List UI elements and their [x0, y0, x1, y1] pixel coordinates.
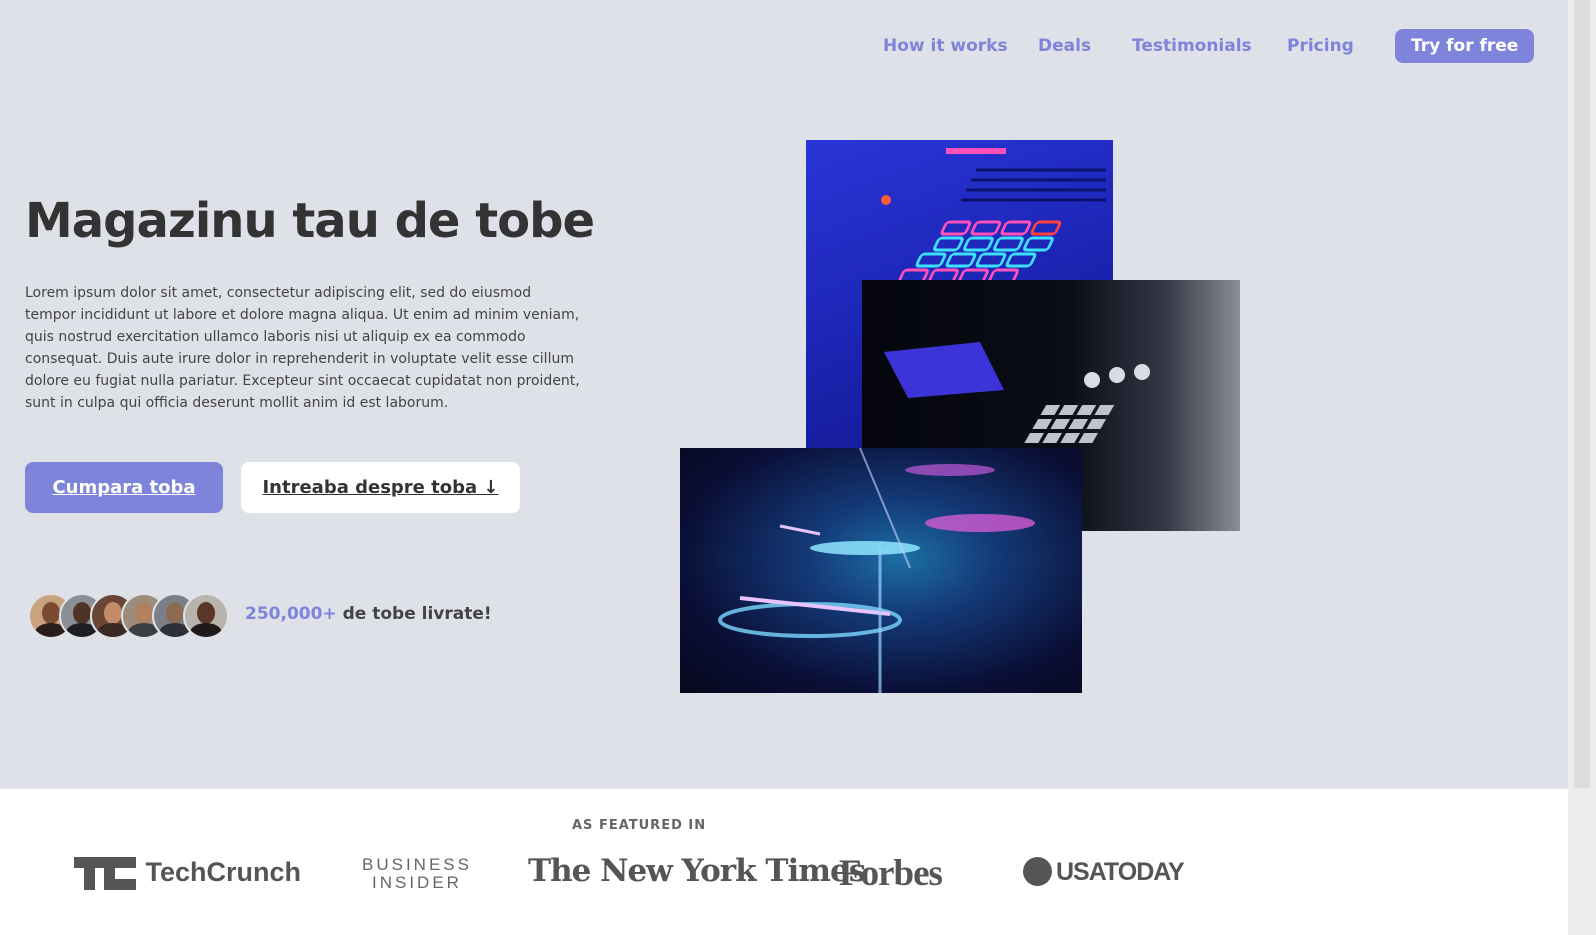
pad: [963, 236, 994, 252]
tc-stem: [84, 857, 95, 891]
avatar-body: [190, 623, 222, 637]
drum-rim: [718, 602, 902, 638]
hero-title: Magazinu tau de tobe: [25, 193, 595, 249]
business-insider-line1: BUSINESS: [362, 855, 472, 874]
pad: [933, 236, 964, 252]
pad: [1094, 405, 1115, 415]
pad: [1040, 405, 1061, 415]
key-lines: [961, 168, 1106, 202]
pad: [1032, 419, 1053, 429]
top-nav: How it works Deals Testimonials Pricing …: [0, 29, 1568, 63]
nav-how-it-works[interactable]: How it works: [883, 29, 1008, 63]
techcrunch-mark-icon: [74, 857, 136, 891]
scrollbar-thumb[interactable]: [1574, 0, 1590, 788]
drummer-photo: [680, 448, 1082, 693]
led-light: [881, 195, 891, 205]
pad: [1076, 405, 1097, 415]
buy-drum-button[interactable]: Cumpara toba: [25, 462, 223, 513]
nav-pricing[interactable]: Pricing: [1287, 29, 1354, 63]
ask-about-drum-button[interactable]: Intreaba despre toba ↓: [241, 462, 520, 513]
sampler-pads: [1024, 405, 1115, 443]
pad: [1060, 433, 1081, 443]
nyt-logo[interactable]: The New York Times: [528, 853, 866, 889]
pad: [1000, 220, 1032, 236]
pad-grid: [898, 220, 1062, 284]
drumstick: [779, 524, 821, 536]
avatar-face: [166, 602, 184, 624]
knob: [1084, 372, 1100, 388]
avatar-face: [197, 602, 215, 624]
pad: [1023, 236, 1054, 252]
drum-kit-illustration: [718, 448, 1035, 693]
avatar-face: [42, 602, 60, 624]
business-insider-logo[interactable]: BUSINESS INSIDER: [362, 856, 472, 892]
pad: [1005, 252, 1037, 268]
stat-number: 250,000+: [245, 604, 337, 624]
pad: [1042, 433, 1063, 443]
business-insider-line2: INSIDER: [372, 873, 462, 892]
avatar-face: [73, 602, 91, 624]
cymbal: [905, 464, 995, 476]
avatar: [183, 593, 229, 639]
pad: [970, 220, 1002, 236]
nav-deals[interactable]: Deals: [1038, 29, 1091, 63]
tc-bar: [104, 879, 136, 891]
hero-description: Lorem ipsum dolor sit amet, consectetur …: [25, 285, 580, 411]
pad: [1024, 433, 1045, 443]
pad: [993, 236, 1024, 252]
techcrunch-logo[interactable]: TechCrunch: [74, 857, 302, 891]
cymbal: [925, 514, 1035, 532]
light-strip: [946, 148, 1006, 154]
stat-text: de tobe livrate!: [336, 604, 492, 624]
usa-today-text: USATODAY: [1056, 858, 1185, 886]
pad: [1068, 419, 1089, 429]
pad: [1050, 419, 1071, 429]
avatar-face: [104, 602, 122, 624]
usa-today-dot-icon: [1023, 856, 1052, 886]
pad: [975, 252, 1007, 268]
pad: [1078, 433, 1099, 443]
customer-avatars: [28, 593, 233, 639]
techcrunch-text: TechCrunch: [145, 857, 302, 887]
pad: [940, 220, 972, 236]
pad: [1030, 220, 1062, 236]
knob: [1109, 367, 1125, 383]
try-for-free-button[interactable]: Try for free: [1395, 29, 1535, 63]
forbes-logo[interactable]: Forbes: [839, 852, 943, 895]
pad: [945, 252, 977, 268]
pad: [1058, 405, 1079, 415]
featured-label: AS FEATURED IN: [572, 818, 707, 833]
nav-testimonials[interactable]: Testimonials: [1132, 29, 1252, 63]
usa-today-logo[interactable]: USATODAY: [1023, 856, 1185, 888]
sampler-screen: [884, 342, 1004, 398]
avatar-face: [135, 602, 153, 624]
pad: [915, 252, 947, 268]
knob: [1134, 364, 1150, 380]
pad: [1086, 419, 1107, 429]
delivered-stat: 250,000+ de tobe livrate!: [245, 604, 492, 624]
